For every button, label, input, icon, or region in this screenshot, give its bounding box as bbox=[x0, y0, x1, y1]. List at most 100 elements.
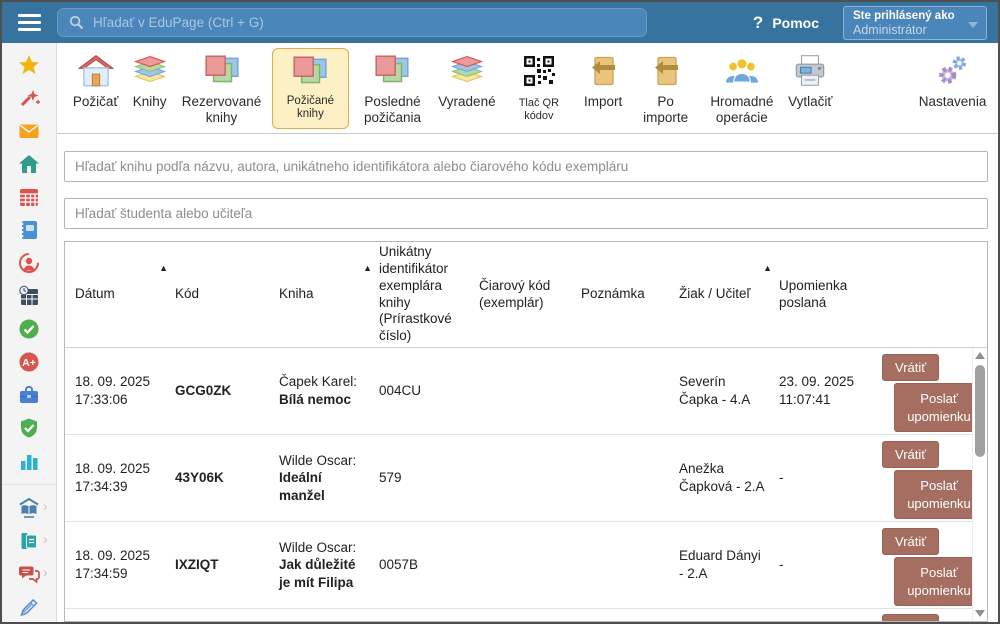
sort-asc-icon[interactable]: ▲ bbox=[159, 263, 168, 274]
column-header-datum[interactable]: Dátum▲ bbox=[65, 286, 165, 303]
sidebar-item-messages[interactable] bbox=[18, 120, 40, 142]
global-search-input[interactable]: Hľadať v EduPage (Ctrl + G) bbox=[57, 8, 647, 37]
column-header-kod[interactable]: Kód bbox=[165, 286, 269, 303]
toolbar-item-pozicane-knihy[interactable]: Požičané knihy bbox=[272, 48, 349, 129]
column-header-unikatny-identifikator[interactable]: Unikátny identifikátor exemplára knihy (… bbox=[369, 244, 469, 345]
sidebar-item-home[interactable] bbox=[18, 153, 40, 175]
return-button[interactable]: Vrátiť bbox=[882, 528, 939, 555]
cell-book: Čapek Karel:Bílá nemoc bbox=[269, 373, 369, 408]
cell-actions: Vrátiť bbox=[876, 609, 972, 622]
cell-person: Eduard Dányi - 2.A bbox=[669, 547, 769, 582]
book-stack-icon bbox=[447, 51, 487, 91]
book-stack-icon bbox=[130, 51, 170, 91]
sidebar-item-timetable[interactable] bbox=[18, 285, 40, 307]
table-row: 18. 09. 202517:34:39 43Y06K Wilde Oscar:… bbox=[65, 435, 972, 522]
return-button[interactable]: Vrátiť bbox=[882, 441, 939, 468]
table-scrollbar[interactable] bbox=[972, 348, 987, 621]
user-role: Administrátor bbox=[853, 23, 977, 38]
return-button[interactable]: Vrátiť bbox=[882, 354, 939, 381]
column-header-upomienka[interactable]: Upomienka poslaná bbox=[769, 278, 876, 312]
cell-date: 18. 09. 202517:34:59 bbox=[65, 547, 165, 582]
chevron-right-icon: › bbox=[43, 532, 48, 546]
search-placeholder: Hľadať v EduPage (Ctrl + G) bbox=[93, 15, 264, 30]
toolbar-item-nastavenia[interactable]: Nastavenia bbox=[914, 51, 991, 110]
sidebar: A+ › › › bbox=[2, 43, 57, 622]
toolbar-item-import[interactable]: Import bbox=[580, 51, 626, 110]
scrollbar-thumb[interactable] bbox=[975, 365, 985, 457]
toolbar-item-rezervovane-knihy[interactable]: Rezervované knihy bbox=[178, 51, 265, 125]
column-header-ciarovy-kod[interactable]: Čiarový kód (exemplár) bbox=[469, 278, 571, 312]
user-menu[interactable]: Ste prihlásený ako Administrátor bbox=[843, 6, 987, 40]
send-reminder-button[interactable]: Poslať upomienku bbox=[894, 470, 984, 519]
sidebar-item-profile[interactable] bbox=[18, 252, 40, 274]
cell-uid: 004CU bbox=[369, 382, 469, 400]
cell-date: 18. 09. 202517:34:39 bbox=[65, 460, 165, 495]
sidebar-item-editor[interactable] bbox=[18, 596, 40, 618]
column-header-ziak-ucitel[interactable]: Žiak / Učiteľ▲ bbox=[669, 286, 769, 303]
chevron-right-icon: › bbox=[43, 499, 48, 513]
user-circle-icon bbox=[18, 252, 40, 274]
cell-person: Severín Čapka - 4.A bbox=[669, 373, 769, 408]
sidebar-item-chat[interactable]: › bbox=[18, 563, 40, 585]
send-reminder-button[interactable]: Poslať upomienku bbox=[894, 383, 984, 432]
top-bar: Hľadať v EduPage (Ctrl + G) ? Pomoc Ste … bbox=[2, 2, 998, 43]
cell-reminder: - bbox=[769, 556, 876, 574]
toolbar-item-posledne-pozicania[interactable]: Posledné požičania bbox=[356, 51, 429, 125]
sidebar-item-briefcase[interactable] bbox=[18, 384, 40, 406]
toolbar-item-hromadne-operacie[interactable]: Hromadné operácie bbox=[705, 51, 778, 125]
toolbar-item-pozicat[interactable]: Požičať bbox=[70, 51, 121, 110]
column-header-poznamka[interactable]: Poznámka bbox=[571, 286, 669, 303]
import-icon bbox=[585, 51, 621, 91]
star-icon bbox=[18, 54, 40, 76]
sidebar-item-notebook[interactable] bbox=[18, 219, 40, 241]
toolbar-item-label: Vyradené bbox=[438, 94, 495, 110]
messages-icon bbox=[18, 563, 40, 585]
scroll-up-icon[interactable] bbox=[975, 352, 985, 359]
magic-wand-icon bbox=[18, 87, 40, 109]
toolbar-item-po-importe[interactable]: Po importe bbox=[633, 51, 698, 125]
logged-in-as-label: Ste prihlásený ako bbox=[853, 9, 977, 23]
toolbar-item-tlac-qr-kodov[interactable]: Tlač QR kódov bbox=[505, 51, 573, 122]
import-icon bbox=[648, 51, 684, 91]
send-reminder-button[interactable]: Poslať upomienku bbox=[894, 557, 984, 606]
cell-reminder: - bbox=[769, 469, 876, 487]
toolbar-item-vyradene[interactable]: Vyradené bbox=[436, 51, 498, 110]
briefcase-icon bbox=[18, 384, 40, 406]
toolbar-item-vytlacit[interactable]: Vytlačiť bbox=[786, 51, 836, 110]
cell-code: GCG0ZK bbox=[165, 382, 269, 400]
sidebar-item-security[interactable] bbox=[18, 417, 40, 439]
sidebar-item-statistics[interactable] bbox=[18, 450, 40, 472]
return-button[interactable]: Vrátiť bbox=[882, 614, 939, 622]
pen-icon bbox=[18, 596, 40, 618]
svg-text:A+: A+ bbox=[22, 357, 36, 369]
book-search-input[interactable] bbox=[64, 151, 988, 182]
scroll-down-icon[interactable] bbox=[975, 610, 985, 617]
grades-aplus-icon: A+ bbox=[18, 351, 40, 373]
cell-book: Wilde Oscar:Ideální manžel bbox=[269, 452, 369, 505]
sidebar-item-grades[interactable]: A+ bbox=[18, 351, 40, 373]
table-row: 18. 09. 202517:33:06 GCG0ZK Čapek Karel:… bbox=[65, 348, 972, 435]
help-icon: ? bbox=[753, 13, 763, 33]
cell-reminder: 23. 09. 2025 11:07:41 bbox=[769, 373, 876, 408]
sidebar-item-documents[interactable]: › bbox=[18, 530, 40, 552]
envelope-icon bbox=[18, 120, 40, 142]
toolbar-item-knihy[interactable]: Knihy bbox=[128, 51, 171, 110]
table-header: Dátum▲ Kód Kniha▲ Unikátny identifikátor… bbox=[65, 242, 987, 348]
student-search-input[interactable] bbox=[64, 198, 988, 229]
documents-icon bbox=[18, 530, 40, 552]
toolbar-item-label: Knihy bbox=[133, 94, 167, 110]
toolbar-item-label: Nastavenia bbox=[919, 94, 987, 110]
sidebar-item-calendar[interactable] bbox=[18, 186, 40, 208]
sidebar-item-wizard[interactable] bbox=[18, 87, 40, 109]
toolbar-item-label: Import bbox=[584, 94, 622, 110]
check-circle-icon bbox=[18, 318, 40, 340]
cell-person: Anežka Čapková - 2.A bbox=[669, 460, 769, 495]
sort-asc-icon[interactable]: ▲ bbox=[763, 263, 772, 274]
sidebar-item-library[interactable]: › bbox=[18, 497, 40, 519]
help-button[interactable]: ? Pomoc bbox=[753, 13, 819, 33]
sidebar-item-star[interactable] bbox=[18, 54, 40, 76]
content-area: Dátum▲ Kód Kniha▲ Unikátny identifikátor… bbox=[57, 134, 998, 622]
sidebar-item-attendance[interactable] bbox=[18, 318, 40, 340]
column-header-kniha[interactable]: Kniha▲ bbox=[269, 286, 369, 303]
menu-icon[interactable] bbox=[2, 14, 57, 31]
